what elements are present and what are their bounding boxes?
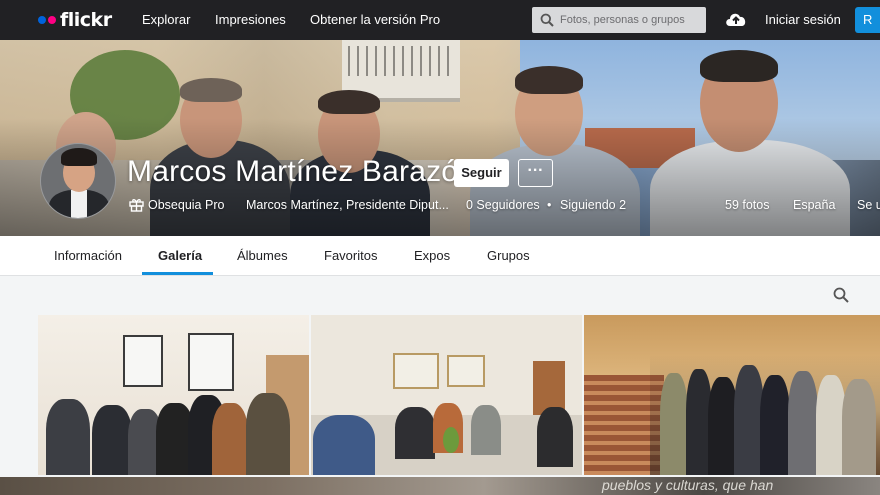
profile-description: Marcos Martínez, Presidente Diput... — [246, 198, 449, 212]
flickr-logo[interactable]: flickr — [38, 9, 112, 31]
search-input[interactable] — [560, 14, 700, 26]
search-box[interactable] — [532, 7, 706, 33]
logo-pink-dot — [48, 16, 56, 24]
nav-link-get-pro[interactable]: Obtener la versión Pro — [310, 12, 440, 27]
tab-gallery[interactable]: Galería — [158, 248, 202, 263]
tab-albums[interactable]: Álbumes — [237, 248, 288, 263]
meta-separator: • — [547, 198, 552, 212]
register-button[interactable]: R — [855, 7, 880, 33]
tab-favorites[interactable]: Favoritos — [324, 248, 377, 263]
search-icon[interactable] — [833, 287, 849, 303]
gallery-photo[interactable] — [311, 315, 582, 475]
logo-blue-dot — [38, 16, 46, 24]
top-nav: flickr Explorar Impresiones Obtener la v… — [0, 0, 880, 40]
gallery-photo[interactable] — [584, 315, 880, 475]
nav-link-prints[interactable]: Impresiones — [215, 12, 286, 27]
followers-count[interactable]: 0 Seguidores — [466, 198, 540, 212]
nav-link-explore[interactable]: Explorar — [142, 12, 190, 27]
upload-cloud-icon[interactable] — [724, 9, 748, 29]
tab-groups[interactable]: Grupos — [487, 248, 530, 263]
follow-button[interactable]: Seguir — [454, 159, 509, 187]
profile-name: Marcos Martínez Barazón — [127, 155, 476, 188]
gift-pro-link[interactable]: Obsequia Pro — [148, 198, 224, 212]
avatar[interactable] — [40, 143, 116, 219]
tab-exhibits[interactable]: Expos — [414, 248, 450, 263]
photo-overlay-text: pueblos y culturas, que han — [602, 477, 774, 493]
joined-info: Se u — [857, 198, 880, 212]
active-tab-indicator — [142, 272, 213, 275]
photo-count: 59 fotos — [725, 198, 770, 212]
profile-tabs: Información Galería Álbumes Favoritos Ex… — [0, 236, 880, 276]
logo-text: flickr — [60, 9, 112, 31]
gift-icon[interactable] — [129, 197, 144, 212]
search-icon — [540, 13, 554, 27]
gallery-photo[interactable] — [38, 315, 309, 475]
tab-about[interactable]: Información — [54, 248, 122, 263]
following-count[interactable]: Siguiendo 2 — [560, 198, 626, 212]
more-options-button[interactable]: ··· — [518, 159, 553, 187]
country: España — [793, 198, 836, 212]
signin-link[interactable]: Iniciar sesión — [765, 12, 841, 27]
